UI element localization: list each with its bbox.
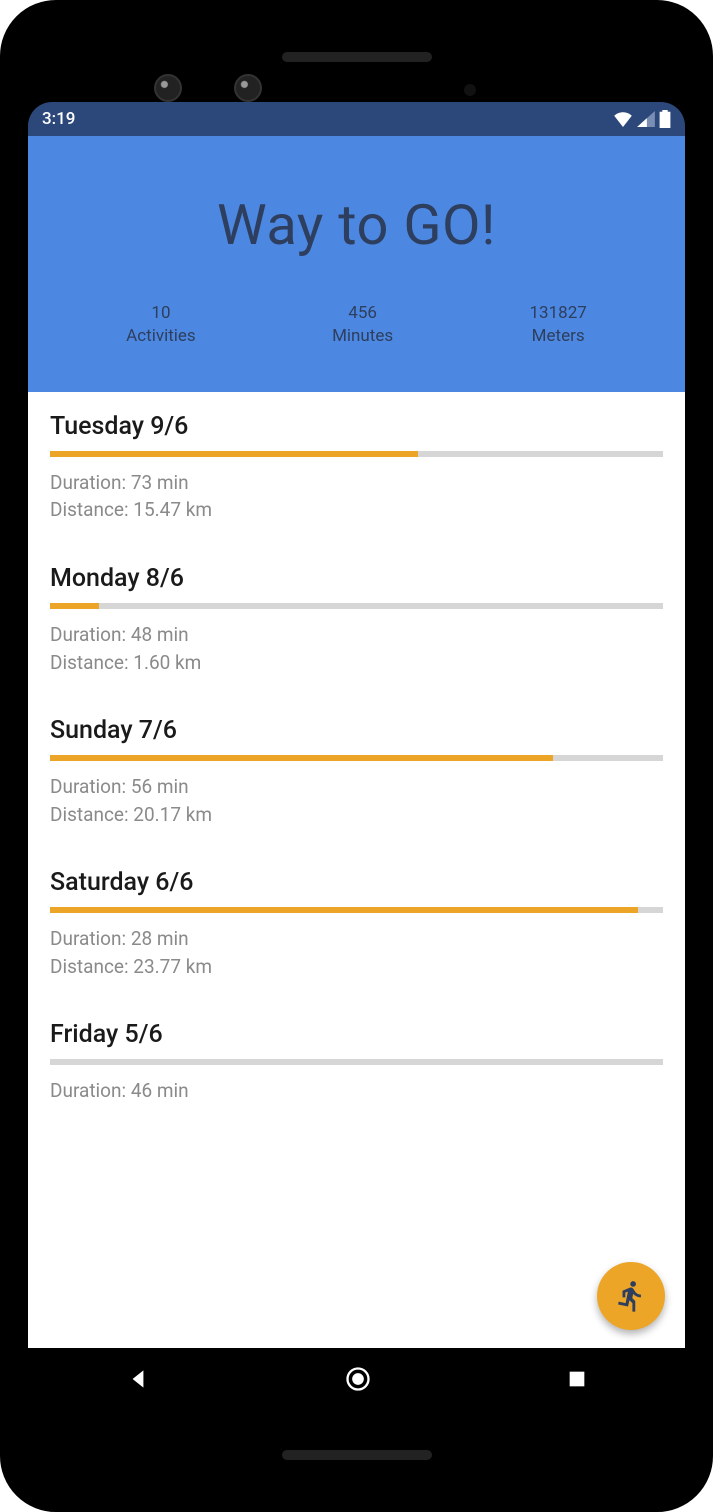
activity-item[interactable]: Friday 5/6 Duration: 46 min [28,1000,685,1125]
cell-signal-icon [637,111,655,127]
header-title: Way to GO! [28,192,685,258]
activity-meta: Duration: 73 min Distance: 15.47 km [50,469,663,524]
progress-fill [50,603,99,609]
activity-duration: Duration: 48 min [50,621,663,649]
stat-activities-label: Activities [126,325,196,348]
activity-meta: Duration: 46 min [50,1077,663,1105]
status-bar: 3:19 [28,102,685,136]
nav-back-icon[interactable] [125,1366,151,1392]
stat-minutes-label: Minutes [332,325,393,348]
progress-bar [50,755,663,761]
front-camera-1 [154,74,182,102]
nav-recent-icon[interactable] [566,1368,588,1390]
activity-item[interactable]: Monday 8/6 Duration: 48 min Distance: 1.… [28,544,685,696]
activity-distance: Distance: 23.77 km [50,953,663,981]
start-activity-fab[interactable] [597,1262,665,1330]
progress-bar [50,451,663,457]
progress-fill [50,907,638,913]
progress-bar [50,907,663,913]
activity-meta: Duration: 56 min Distance: 20.17 km [50,773,663,828]
activity-title: Monday 8/6 [50,564,663,593]
nav-home-icon[interactable] [344,1365,372,1393]
activity-meta: Duration: 48 min Distance: 1.60 km [50,621,663,676]
progress-fill [50,451,418,457]
phone-frame: 3:19 Way to GO! 10 Activities 456 Minute… [0,0,713,1512]
activity-item[interactable]: Saturday 6/6 Duration: 28 min Distance: … [28,848,685,1000]
activity-title: Friday 5/6 [50,1020,663,1049]
progress-fill [50,755,553,761]
android-navbar [28,1348,685,1410]
wifi-icon [613,111,633,127]
stat-minutes-value: 456 [332,302,393,325]
stat-meters-value: 131827 [530,302,587,325]
front-camera-2 [234,74,262,102]
activity-title: Tuesday 9/6 [50,412,663,441]
progress-bar [50,603,663,609]
battery-icon [659,110,671,128]
sensor-dot [464,84,476,96]
summary-header: Way to GO! 10 Activities 456 Minutes 131… [28,136,685,392]
status-icons [613,110,671,128]
stat-minutes: 456 Minutes [332,302,393,348]
speaker-top [282,52,432,62]
activity-title: Saturday 6/6 [50,868,663,897]
activity-meta: Duration: 28 min Distance: 23.77 km [50,925,663,980]
run-icon [614,1279,648,1313]
activity-title: Sunday 7/6 [50,716,663,745]
activity-duration: Duration: 28 min [50,925,663,953]
activity-duration: Duration: 73 min [50,469,663,497]
progress-bar [50,1059,663,1065]
activity-item[interactable]: Tuesday 9/6 Duration: 73 min Distance: 1… [28,392,685,544]
stat-activities-value: 10 [126,302,196,325]
status-time: 3:19 [42,109,75,129]
stat-meters-label: Meters [530,325,587,348]
activity-duration: Duration: 46 min [50,1077,663,1105]
stat-meters: 131827 Meters [530,302,587,348]
summary-stats: 10 Activities 456 Minutes 131827 Meters [28,302,685,348]
stat-activities: 10 Activities [126,302,196,348]
activity-distance: Distance: 15.47 km [50,496,663,524]
activity-distance: Distance: 1.60 km [50,649,663,677]
activity-list[interactable]: Tuesday 9/6 Duration: 73 min Distance: 1… [28,392,685,1348]
activity-duration: Duration: 56 min [50,773,663,801]
activity-distance: Distance: 20.17 km [50,801,663,829]
activity-item[interactable]: Sunday 7/6 Duration: 56 min Distance: 20… [28,696,685,848]
speaker-bottom [282,1450,432,1460]
